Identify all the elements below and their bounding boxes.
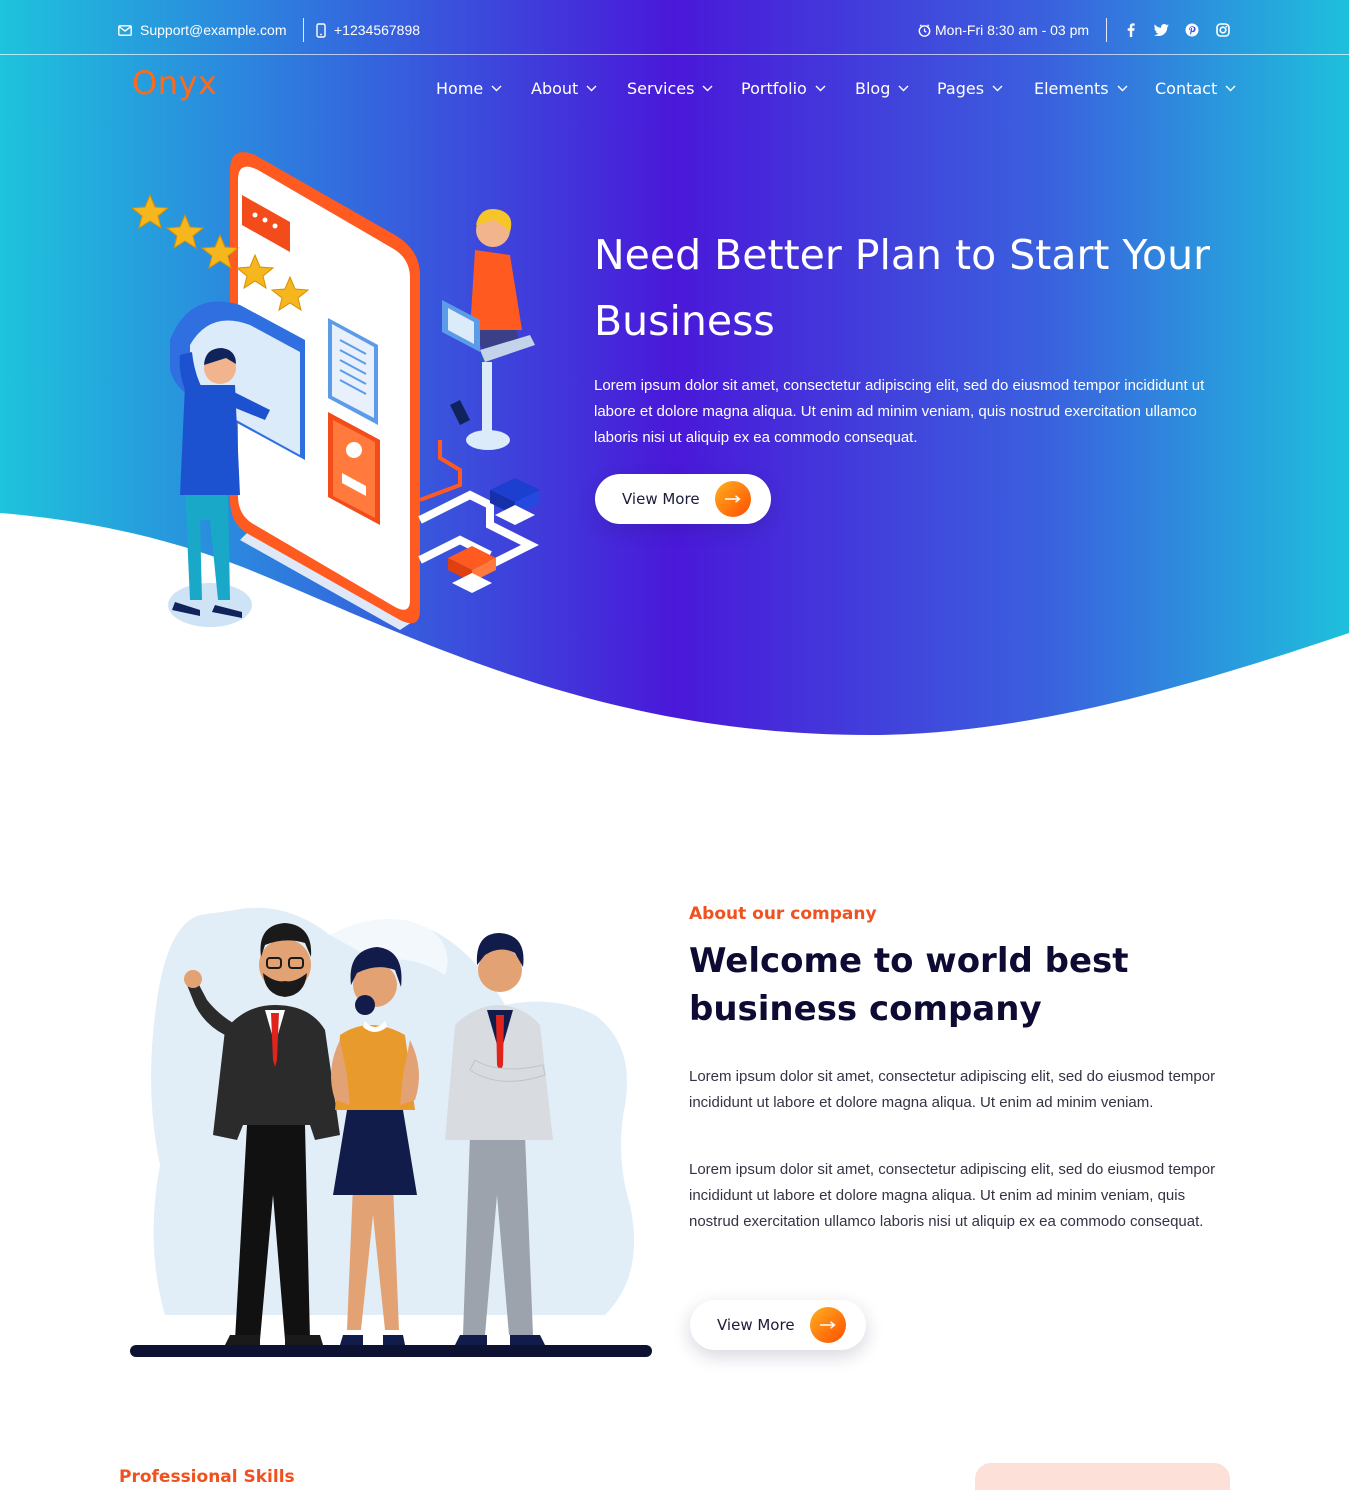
nav-label: Elements xyxy=(1034,78,1109,98)
hero-illustration xyxy=(130,152,540,630)
chevron-down-icon xyxy=(491,85,502,91)
about-title: Welcome to world best business company xyxy=(689,941,1129,1029)
nav-label: About xyxy=(531,78,579,98)
nav-item-contact[interactable]: Contact xyxy=(1155,76,1236,100)
divider xyxy=(1106,18,1107,42)
pinterest-icon[interactable] xyxy=(1183,20,1201,40)
nav-label: Portfolio xyxy=(741,78,807,98)
nav-label: Home xyxy=(436,78,484,98)
about-paragraph-1: Lorem ipsum dolor sit amet, consectetur … xyxy=(689,1068,1216,1111)
arrow-right-icon xyxy=(810,1307,846,1343)
nav-item-blog[interactable]: Blog xyxy=(855,76,909,100)
twitter-icon[interactable] xyxy=(1152,20,1170,40)
mail-icon xyxy=(118,24,132,36)
site-logo[interactable]: Onyx xyxy=(132,64,217,102)
about-view-more-button[interactable]: View More xyxy=(690,1300,866,1350)
nav-item-services[interactable]: Services xyxy=(627,76,713,100)
chevron-down-icon xyxy=(815,85,826,91)
chevron-down-icon xyxy=(898,85,909,91)
chevron-down-icon xyxy=(1225,85,1236,91)
hero-view-more-button[interactable]: View More xyxy=(595,474,771,524)
instagram-icon[interactable] xyxy=(1214,20,1232,40)
about-paragraph-2: Lorem ipsum dolor sit amet, consectetur … xyxy=(689,1161,1216,1230)
divider xyxy=(303,18,304,42)
nav-label: Contact xyxy=(1155,78,1218,98)
chevron-down-icon xyxy=(992,85,1003,91)
team-illustration xyxy=(130,907,652,1357)
nav-item-home[interactable]: Home xyxy=(436,76,502,100)
working-hours: Mon-Fri 8:30 am - 03 pm xyxy=(918,19,1089,41)
chevron-down-icon xyxy=(1117,85,1128,91)
chevron-down-icon xyxy=(586,85,597,91)
button-label: View More xyxy=(717,1316,795,1334)
hero-section: Support@example.com +1234567898 Mon-Fri … xyxy=(0,0,1349,740)
skills-card xyxy=(975,1463,1230,1490)
phone-text: +1234567898 xyxy=(334,22,421,38)
nav-label: Services xyxy=(627,78,695,98)
phone-link[interactable]: +1234567898 xyxy=(316,19,420,41)
nav-item-about[interactable]: About xyxy=(531,76,597,100)
nav-label: Pages xyxy=(937,78,985,98)
about-eyebrow: About our company xyxy=(689,904,877,924)
email-text: Support@example.com xyxy=(140,22,287,38)
hero-description: Lorem ipsum dolor sit amet, consectetur … xyxy=(594,377,1205,446)
hero-title: Need Better Plan to Start Your Business xyxy=(594,231,1210,345)
nav-item-elements[interactable]: Elements xyxy=(1034,76,1128,100)
button-label: View More xyxy=(622,490,700,508)
hours-text: Mon-Fri 8:30 am - 03 pm xyxy=(935,22,1090,38)
skills-eyebrow: Professional Skills xyxy=(119,1467,295,1487)
nav-item-portfolio[interactable]: Portfolio xyxy=(741,76,826,100)
phone-icon xyxy=(316,22,326,38)
facebook-icon[interactable] xyxy=(1122,20,1140,40)
nav-item-pages[interactable]: Pages xyxy=(937,76,1003,100)
arrow-right-icon xyxy=(715,481,751,517)
clock-icon xyxy=(918,23,931,37)
email-link[interactable]: Support@example.com xyxy=(118,19,287,41)
nav-label: Blog xyxy=(855,78,891,98)
top-bar: Support@example.com +1234567898 Mon-Fri … xyxy=(0,0,1349,55)
chevron-down-icon xyxy=(702,85,713,91)
